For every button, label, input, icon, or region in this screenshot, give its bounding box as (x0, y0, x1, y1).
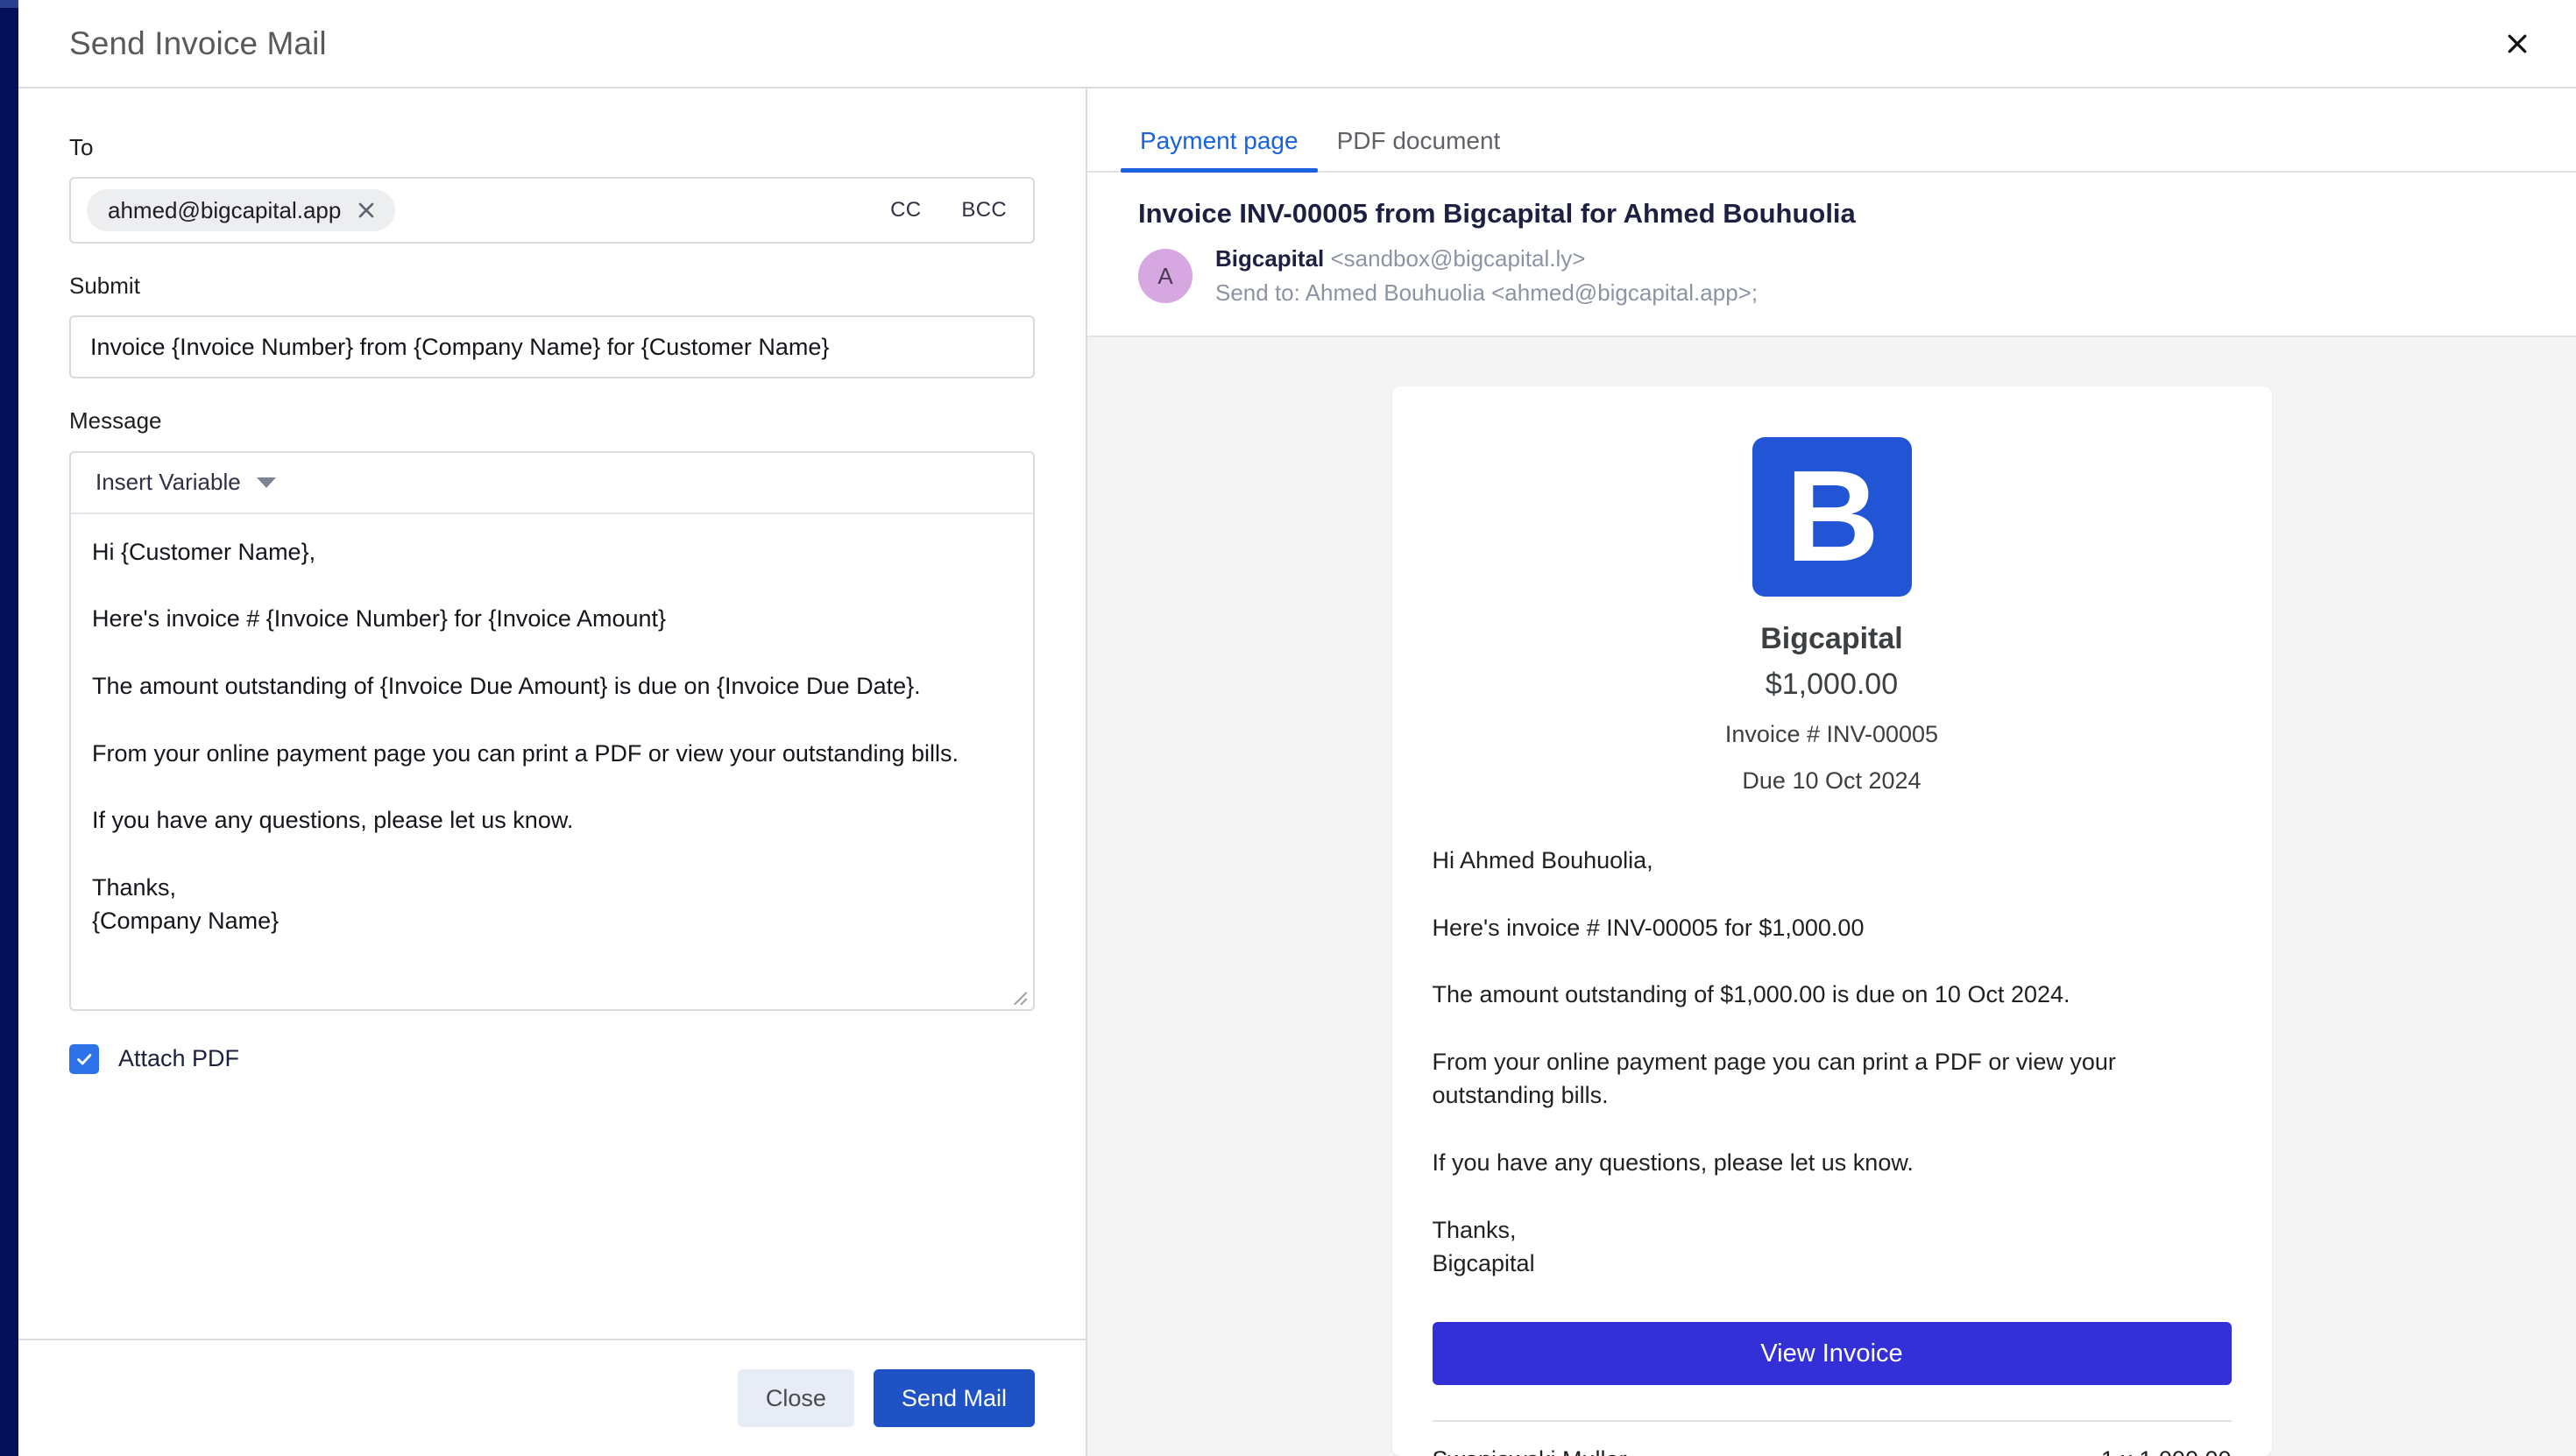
preview-canvas: B Bigcapital $1,000.00 Invoice # INV-000… (1087, 336, 2576, 1456)
message-label: Message (69, 407, 162, 435)
message-box: Insert Variable Hi {Customer Name}, Here… (69, 450, 1035, 1011)
message-textarea-wrap: Hi {Customer Name}, Here's invoice # {In… (71, 513, 1033, 1009)
dialog-title: Send Invoice Mail (69, 25, 327, 61)
recipient-tag[interactable]: ahmed@bigcapital.app (87, 188, 396, 232)
mail-from-row: A Bigcapital <sandbox@bigcapital.ly> Sen… (1138, 245, 2543, 307)
line-item-amount: 1 x 1,000.00 (2101, 1446, 2232, 1456)
compose-form-column: To ahmed@bigcapital.app CC BCC Submit In… (18, 88, 1087, 1456)
mail-sender-name: Bigcapital (1215, 245, 1325, 272)
avatar: A (1138, 249, 1192, 304)
cc-bcc-group: CC BCC (888, 194, 1014, 226)
to-field-group: To ahmed@bigcapital.app CC BCC (69, 134, 1035, 244)
compose-form-scroll: To ahmed@bigcapital.app CC BCC Submit In… (18, 88, 1086, 1339)
card-invoice-due: Due 10 Oct 2024 (1742, 767, 1921, 794)
mail-from-lines: Bigcapital <sandbox@bigcapital.ly> Send … (1215, 245, 1758, 307)
send-invoice-mail-dialog: Send Invoice Mail To ahmed@bigcapital.ap… (18, 0, 2576, 1456)
card-brand-name: Bigcapital (1760, 621, 1903, 655)
message-toolbar: Insert Variable (71, 452, 1033, 514)
to-label: To (69, 134, 94, 160)
line-item-name: Swaniawski Muller (1433, 1446, 1627, 1456)
check-icon (74, 1050, 94, 1069)
dialog-body: To ahmed@bigcapital.app CC BCC Submit In… (18, 88, 2576, 1456)
chevron-down-icon (256, 477, 276, 488)
message-field-group: Message Insert Variable Hi {Customer Nam… (69, 407, 1035, 1011)
tab-pdf-document[interactable]: PDF document (1318, 129, 1520, 171)
view-invoice-button[interactable]: View Invoice (1432, 1322, 2232, 1386)
app-root: Send Invoice Mail To ahmed@bigcapital.ap… (0, 0, 2576, 1456)
preview-column: Payment page PDF document Invoice INV-00… (1087, 88, 2576, 1456)
dialog-header: Send Invoice Mail (18, 0, 2576, 88)
card-invoice-number: Invoice # INV-00005 (1724, 721, 1939, 748)
card-invoice-amount: $1,000.00 (1765, 668, 1899, 702)
insert-variable-label: Insert Variable (96, 469, 241, 496)
app-sidebar (0, 0, 18, 1456)
insert-variable-dropdown[interactable]: Insert Variable (88, 463, 283, 501)
brand-logo-icon: B (1752, 436, 1912, 597)
tab-payment-page[interactable]: Payment page (1121, 129, 1318, 173)
recipient-tag-label: ahmed@bigcapital.app (108, 196, 342, 223)
mail-subject: Invoice INV-00005 from Bigcapital for Ah… (1138, 198, 1856, 229)
close-button[interactable]: Close (737, 1369, 854, 1427)
line-item: Swaniawski Muller 1 x 1,000.00 (1433, 1422, 2232, 1456)
close-icon (2504, 31, 2530, 57)
mail-header: Invoice INV-00005 from Bigcapital for Ah… (1087, 173, 2576, 337)
mail-sender-email: <sandbox@bigcapital.ly> (1330, 245, 1586, 272)
mail-sender-line: Bigcapital <sandbox@bigcapital.ly> (1215, 245, 1758, 272)
subject-input[interactable] (69, 315, 1035, 379)
preview-tabs: Payment page PDF document (1087, 88, 2576, 173)
app-sidebar-accent (0, 0, 18, 8)
message-textarea[interactable]: Hi {Customer Name}, Here's invoice # {In… (71, 513, 1033, 1009)
subject-label: Submit (69, 272, 140, 300)
attach-pdf-checkbox[interactable] (69, 1043, 99, 1074)
close-dialog-button[interactable] (2492, 18, 2543, 69)
dialog-footer: Close Send Mail (18, 1339, 1086, 1456)
cc-button[interactable]: CC (888, 194, 923, 226)
remove-recipient-icon[interactable] (355, 199, 378, 222)
send-mail-button[interactable]: Send Mail (873, 1369, 1035, 1427)
mail-send-to-line: Send to: Ahmed Bouhuolia <ahmed@bigcapit… (1215, 279, 1759, 307)
card-message-body: Hi Ahmed Bouhuolia, Here's invoice # INV… (1432, 846, 2116, 1276)
invoice-preview-card: B Bigcapital $1,000.00 Invoice # INV-000… (1391, 385, 2272, 1456)
bcc-button[interactable]: BCC (959, 194, 1008, 226)
to-input[interactable]: ahmed@bigcapital.app CC BCC (69, 177, 1035, 244)
attach-pdf-row[interactable]: Attach PDF (69, 1043, 1035, 1074)
attach-pdf-label[interactable]: Attach PDF (118, 1047, 239, 1071)
subject-field-group: Submit (69, 272, 1035, 379)
